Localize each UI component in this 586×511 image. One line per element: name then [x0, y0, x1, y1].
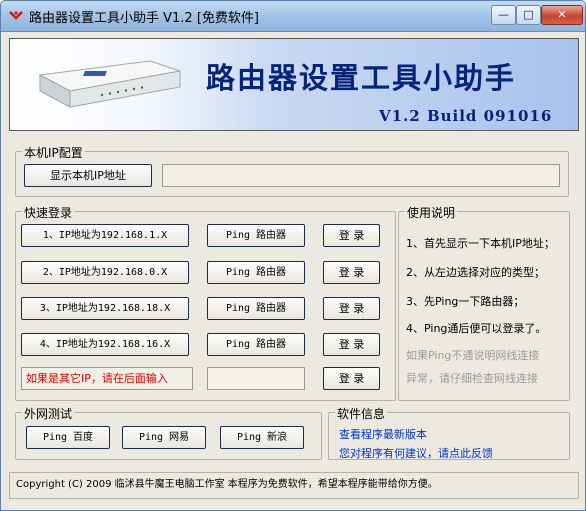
quick-login-legend: 快速登录	[22, 204, 75, 221]
minimize-button[interactable]: —	[491, 5, 516, 25]
instruction-line-1: 1、首先显示一下本机IP地址；	[406, 237, 555, 250]
window-title: 路由器设置工具小助手 V1.2 [免费软件]	[29, 11, 259, 26]
login-button-2[interactable]: 登 录	[323, 261, 380, 284]
feedback-link[interactable]: 您对程序有何建议，请点此反馈	[339, 445, 493, 461]
wan-test-group: 外网测试 Ping 百度 Ping 网易 Ping 新浪	[15, 405, 322, 460]
warning-line-1: 如果Ping不通说明网线连接	[406, 349, 540, 362]
warning-line-2: 异常，请仔细检查网线连接	[406, 372, 538, 385]
ip-192-168-0-button[interactable]: 2、IP地址为192.168.0.X	[21, 261, 189, 284]
instruction-line-4: 4、Ping通后便可以登录了。	[406, 322, 547, 335]
login-button-1[interactable]: 登 录	[323, 224, 380, 247]
instruction-line-3: 3、先Ping一下路由器；	[406, 295, 525, 308]
ping-baidu-button[interactable]: Ping 百度	[26, 426, 110, 449]
custom-ip-hint: 如果是其它IP，请在后面输入	[21, 367, 193, 390]
local-ip-legend: 本机IP配置	[22, 144, 85, 161]
title-bar[interactable]: 路由器设置工具小助手 V1.2 [免费软件] — □ ✕	[1, 1, 585, 32]
ip-192-168-1-button[interactable]: 1、IP地址为192.168.1.X	[21, 224, 189, 247]
wan-test-legend: 外网测试	[22, 405, 75, 422]
software-info-group: 软件信息 查看程序最新版本 您对程序有何建议，请点此反馈	[328, 405, 570, 461]
instructions-legend: 使用说明	[405, 204, 458, 221]
maximize-button[interactable]: □	[516, 5, 541, 25]
ping-router-button-4[interactable]: Ping 路由器	[207, 333, 305, 356]
close-button[interactable]: ✕	[541, 5, 583, 25]
custom-login-button[interactable]: 登 录	[323, 367, 380, 390]
ping-router-button-1[interactable]: Ping 路由器	[207, 224, 305, 247]
local-ip-group: 本机IP配置 显示本机IP地址	[15, 144, 569, 197]
ping-router-button-2[interactable]: Ping 路由器	[207, 261, 305, 284]
banner: 路由器设置工具小助手 V1.2 Build 091016	[9, 38, 579, 131]
custom-ip-input[interactable]	[207, 367, 305, 390]
app-icon	[9, 11, 23, 20]
banner-version: V1.2 Build 091016	[379, 107, 553, 125]
banner-title: 路由器设置工具小助手	[206, 61, 517, 95]
instructions-group: 使用说明 1、首先显示一下本机IP地址； 2、从左边选择对应的类型； 3、先Pi…	[398, 204, 570, 401]
software-info-legend: 软件信息	[335, 405, 388, 422]
login-button-4[interactable]: 登 录	[323, 333, 380, 356]
main-window: 路由器设置工具小助手 V1.2 [免费软件] — □ ✕ 路由器设置工具小助手 …	[0, 0, 586, 511]
local-ip-display	[162, 164, 560, 187]
ping-router-button-3[interactable]: Ping 路由器	[207, 297, 305, 320]
status-bar: Copyright (C) 2009 临沭县牛魔王电脑工作室 本程序为免费软件，…	[9, 472, 579, 499]
ping-netease-button[interactable]: Ping 网易	[122, 426, 206, 449]
check-update-link[interactable]: 查看程序最新版本	[339, 426, 427, 442]
show-local-ip-button[interactable]: 显示本机IP地址	[24, 164, 152, 187]
router-image	[38, 60, 181, 108]
login-button-3[interactable]: 登 录	[323, 297, 380, 320]
copyright-text: Copyright (C) 2009 临沭县牛魔王电脑工作室 本程序为免费软件，…	[16, 479, 438, 490]
ip-192-168-16-button[interactable]: 4、IP地址为192.168.16.X	[21, 333, 189, 356]
ping-sina-button[interactable]: Ping 新浪	[220, 426, 304, 449]
ip-192-168-18-button[interactable]: 3、IP地址为192.168.18.X	[21, 297, 189, 320]
quick-login-group: 快速登录 1、IP地址为192.168.1.X Ping 路由器 登 录 2、I…	[15, 204, 396, 401]
instruction-line-2: 2、从左边选择对应的类型；	[406, 266, 545, 279]
